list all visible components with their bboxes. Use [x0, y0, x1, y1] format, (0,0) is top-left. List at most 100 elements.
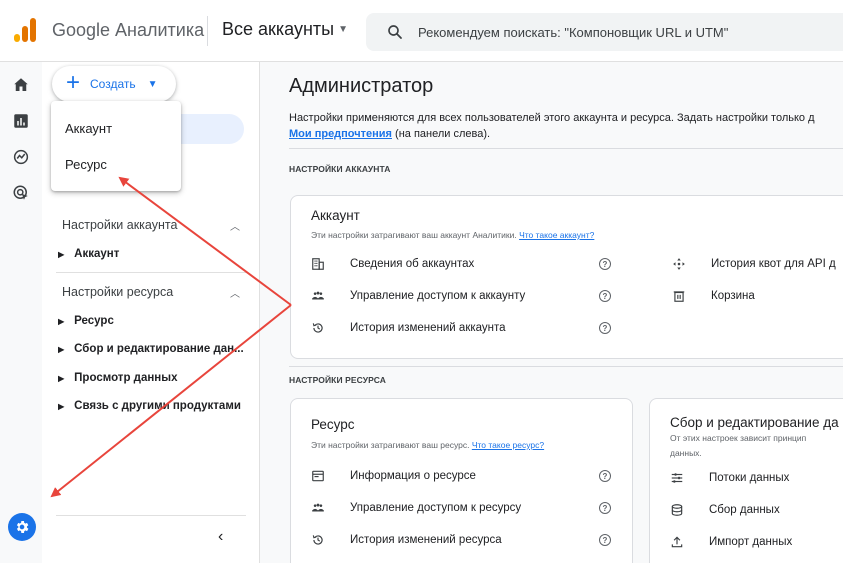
- collapse-sidebar-icon[interactable]: ‹: [218, 528, 223, 546]
- top-app-bar: Google Аналитика Все аккаунты ▼: [0, 0, 843, 62]
- account-switcher-label: Все аккаунты: [222, 19, 335, 39]
- move-arrows-icon: [671, 256, 687, 272]
- advertising-icon[interactable]: [10, 182, 32, 204]
- property-info-icon: [310, 468, 326, 484]
- what-is-property-link[interactable]: Что такое ресурс?: [472, 440, 544, 450]
- sidebar-item-property[interactable]: ▶ Ресурс: [58, 315, 248, 327]
- property-details-row[interactable]: Информация о ресурсе: [310, 468, 476, 484]
- account-switcher[interactable]: Все аккаунты ▼: [222, 19, 348, 40]
- api-quota-history-row[interactable]: История квот для API д: [671, 256, 836, 272]
- account-history-row[interactable]: История изменений аккаунта: [310, 320, 506, 336]
- sidebar-group-property-settings[interactable]: Настройки ресурса ︿: [62, 285, 240, 300]
- help-icon[interactable]: ?: [599, 290, 611, 302]
- property-history-row[interactable]: История изменений ресурса: [310, 532, 502, 548]
- sidebar-item-label: Аккаунт: [74, 248, 120, 260]
- property-card-subtitle: Эти настройки затрагивают ваш ресурс. Чт…: [311, 438, 544, 452]
- chevron-up-icon: ︿: [230, 222, 240, 233]
- help-icon[interactable]: ?: [599, 322, 611, 334]
- sidebar-group-label: Настройки ресурса: [62, 285, 174, 299]
- chevron-up-icon: ︿: [230, 289, 240, 300]
- sidebar-item-account[interactable]: ▶ Аккаунт: [58, 248, 248, 260]
- account-card: Аккаунт Эти настройки затрагивают ваш ак…: [290, 195, 843, 359]
- expand-triangle-icon: ▶: [58, 401, 65, 411]
- search-icon: [388, 25, 402, 39]
- property-card-title: Ресурс: [311, 417, 355, 432]
- help-icon[interactable]: ?: [599, 258, 611, 270]
- sidebar-divider: [56, 515, 246, 516]
- section-divider: [289, 148, 843, 149]
- history-icon: [310, 320, 326, 336]
- row-label: Сбор данных: [709, 504, 780, 516]
- data-collection-card-subtitle-2: данных.: [670, 448, 702, 458]
- account-card-subtitle: Эти настройки затрагивают ваш аккаунт Ан…: [311, 228, 594, 242]
- search-bar[interactable]: [366, 13, 843, 51]
- create-button-label: Создать: [90, 77, 136, 91]
- help-icon[interactable]: ?: [599, 534, 611, 546]
- account-details-row[interactable]: Сведения об аккаунтах: [310, 256, 474, 272]
- help-icon[interactable]: ?: [599, 502, 611, 514]
- account-card-subtitle-text: Эти настройки затрагивают ваш аккаунт Ан…: [311, 230, 520, 240]
- sidebar-item-label: Связь с другими продуктами: [74, 400, 241, 412]
- data-collection-card: Сбор и редактирование да От этих настрое…: [649, 398, 843, 563]
- main-content: Администратор Настройки применяются для …: [260, 62, 843, 563]
- sidebar-item-data-collection[interactable]: ▶ Сбор и редактирование дан...: [58, 343, 248, 355]
- my-preferences-link[interactable]: Мои предпочтения: [289, 128, 392, 140]
- row-label: Потоки данных: [709, 472, 790, 484]
- plus-icon: +: [66, 69, 81, 96]
- sidebar-group-account-settings[interactable]: Настройки аккаунта ︿: [62, 218, 240, 233]
- caret-down-icon: ▼: [147, 78, 158, 90]
- help-icon[interactable]: ?: [599, 470, 611, 482]
- explore-icon[interactable]: [10, 146, 32, 168]
- expand-triangle-icon: ▶: [58, 249, 65, 259]
- caret-down-icon: ▼: [338, 24, 349, 35]
- description-text: Настройки применяются для всех пользоват…: [289, 112, 815, 124]
- sidebar-item-label: Просмотр данных: [74, 372, 178, 384]
- row-label: Управление доступом к ресурсу: [350, 502, 522, 514]
- sidebar-item-product-links[interactable]: ▶ Связь с другими продуктами: [58, 400, 248, 412]
- create-menu: Аккаунт Ресурс: [51, 101, 181, 191]
- data-streams-row[interactable]: Потоки данных: [669, 470, 789, 486]
- row-label: История изменений аккаунта: [350, 322, 506, 334]
- account-card-title: Аккаунт: [311, 208, 360, 223]
- menu-item-account[interactable]: Аккаунт: [65, 121, 112, 136]
- property-settings-heading: НАСТРОЙКИ РЕСУРСА: [289, 375, 386, 385]
- property-card: Ресурс Эти настройки затрагивают ваш рес…: [290, 398, 633, 563]
- expand-triangle-icon: ▶: [58, 344, 65, 354]
- product-name: Google Аналитика: [52, 20, 205, 40]
- home-icon[interactable]: [10, 74, 32, 96]
- menu-item-property[interactable]: Ресурс: [65, 157, 107, 172]
- row-label: История изменений ресурса: [350, 534, 502, 546]
- property-card-subtitle-text: Эти настройки затрагивают ваш ресурс.: [311, 440, 472, 450]
- row-label: Управление доступом к аккаунту: [350, 290, 526, 302]
- data-collection-row[interactable]: Сбор данных: [669, 502, 780, 518]
- sidebar-item-data-display[interactable]: ▶ Просмотр данных: [58, 372, 248, 384]
- database-icon: [669, 502, 685, 518]
- row-label: Корзина: [711, 290, 755, 302]
- reports-icon[interactable]: [10, 110, 32, 132]
- page-description: Настройки применяются для всех пользоват…: [289, 110, 815, 142]
- building-icon: [310, 256, 326, 272]
- admin-gear-icon[interactable]: [8, 513, 36, 541]
- expand-triangle-icon: ▶: [58, 316, 65, 326]
- data-collection-card-title: Сбор и редактирование да: [670, 415, 839, 430]
- page-title: Администратор: [289, 75, 434, 97]
- history-icon: [310, 532, 326, 548]
- row-label: Импорт данных: [709, 536, 793, 548]
- search-input[interactable]: [418, 24, 838, 40]
- people-icon: [310, 500, 326, 516]
- account-access-row[interactable]: Управление доступом к аккаунту: [310, 288, 525, 304]
- navigation-rail: [0, 62, 42, 563]
- analytics-logo-icon[interactable]: [14, 18, 38, 42]
- account-settings-heading: НАСТРОЙКИ АККАУНТА: [289, 164, 391, 174]
- sidebar-item-label: Сбор и редактирование дан...: [74, 343, 244, 355]
- sidebar-group-label: Настройки аккаунта: [62, 218, 178, 232]
- create-button[interactable]: + Создать ▼: [52, 66, 176, 102]
- what-is-account-link[interactable]: Что такое аккаунт?: [519, 230, 594, 240]
- trash-icon: [671, 288, 687, 304]
- data-import-row[interactable]: Импорт данных: [669, 534, 792, 550]
- trash-row[interactable]: Корзина: [671, 288, 755, 304]
- row-label: Сведения об аккаунтах: [350, 258, 475, 270]
- data-streams-icon: [669, 470, 685, 486]
- property-access-row[interactable]: Управление доступом к ресурсу: [310, 500, 521, 516]
- header-divider: [207, 16, 208, 46]
